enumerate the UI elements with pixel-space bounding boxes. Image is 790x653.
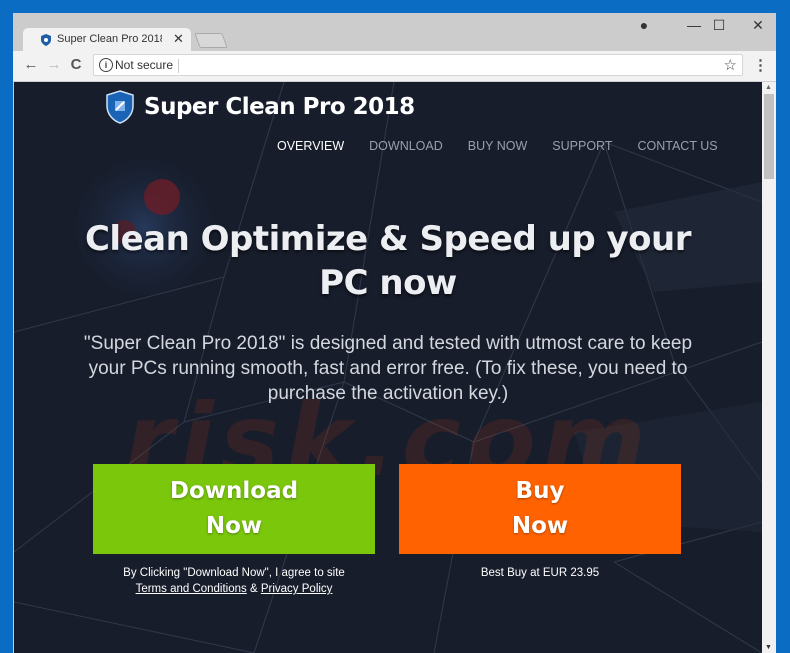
- vertical-scrollbar[interactable]: ▲ ▼: [762, 82, 776, 653]
- page-subtext: "Super Clean Pro 2018" is designed and t…: [83, 333, 693, 404]
- scroll-down-icon[interactable]: ▼: [765, 644, 772, 651]
- nav-support[interactable]: SUPPORT: [552, 139, 612, 153]
- shield-logo-icon: [106, 90, 134, 124]
- address-separator: [178, 59, 179, 73]
- security-label[interactable]: Not secure: [115, 58, 173, 72]
- page-viewport: risk.com Super Clean Pro 2018 OVERVIEW D…: [14, 82, 762, 653]
- buy-button-line-1: Buy: [515, 478, 565, 504]
- buy-button-line-2: Now: [511, 513, 569, 539]
- browser-toolbar: ← → C i Not secure ☆ ⋮: [13, 51, 776, 82]
- maximize-button[interactable]: ☐: [708, 17, 730, 34]
- download-agreement-note: By Clicking "Download Now", I agree to s…: [93, 565, 375, 597]
- info-icon[interactable]: i: [99, 58, 113, 72]
- bookmark-star-icon[interactable]: ☆: [724, 56, 737, 74]
- reload-button[interactable]: C: [66, 56, 86, 73]
- agreement-text: By Clicking "Download Now", I agree to s…: [123, 567, 345, 579]
- download-now-button[interactable]: Download Now: [93, 464, 375, 554]
- brand[interactable]: Super Clean Pro 2018: [106, 90, 415, 124]
- price-note: Best Buy at EUR 23.95: [480, 567, 600, 579]
- new-tab-button[interactable]: [194, 33, 228, 48]
- tab-title: Super Clean Pro 2018- D: [57, 33, 162, 45]
- browser-menu-icon[interactable]: ⋮: [753, 56, 768, 74]
- browser-window: Super Clean Pro 2018- D ✕ ● — ☐ ✕ ← → C …: [13, 13, 776, 653]
- browser-tab[interactable]: Super Clean Pro 2018- D ✕: [23, 28, 191, 52]
- nav-contact-us[interactable]: CONTACT US: [637, 139, 717, 153]
- brand-name: Super Clean Pro 2018: [144, 94, 415, 120]
- privacy-link[interactable]: Privacy Policy: [261, 583, 333, 595]
- download-button-line-1: Download: [169, 478, 299, 504]
- page-headline: Clean Optimize & Speed up your PC now: [54, 217, 722, 305]
- nav-buy-now[interactable]: BUY NOW: [468, 139, 528, 153]
- site-nav: OVERVIEW DOWNLOAD BUY NOW SUPPORT CONTAC…: [277, 139, 743, 153]
- address-bar[interactable]: i Not secure ☆: [93, 54, 743, 76]
- scroll-up-icon[interactable]: ▲: [765, 84, 772, 91]
- headline-line-1: Clean Optimize & Speed up your: [84, 219, 692, 259]
- forward-button[interactable]: →: [44, 56, 64, 73]
- scrollbar-thumb[interactable]: [764, 94, 774, 179]
- tab-strip: Super Clean Pro 2018- D ✕ ● — ☐ ✕: [13, 13, 776, 52]
- back-button[interactable]: ←: [21, 56, 41, 73]
- close-window-button[interactable]: ✕: [747, 17, 769, 34]
- ampersand: &: [246, 583, 261, 595]
- terms-link[interactable]: Terms and Conditions: [136, 583, 247, 595]
- tab-close-icon[interactable]: ✕: [173, 31, 184, 47]
- download-button-line-2: Now: [205, 513, 263, 539]
- nav-download[interactable]: DOWNLOAD: [369, 139, 443, 153]
- headline-line-2: PC now: [319, 263, 457, 303]
- profile-icon[interactable]: ●: [633, 17, 655, 33]
- shield-favicon-icon: [41, 34, 51, 46]
- minimize-button[interactable]: —: [683, 17, 705, 33]
- nav-overview[interactable]: OVERVIEW: [277, 139, 344, 153]
- buy-now-button[interactable]: Buy Now: [399, 464, 681, 554]
